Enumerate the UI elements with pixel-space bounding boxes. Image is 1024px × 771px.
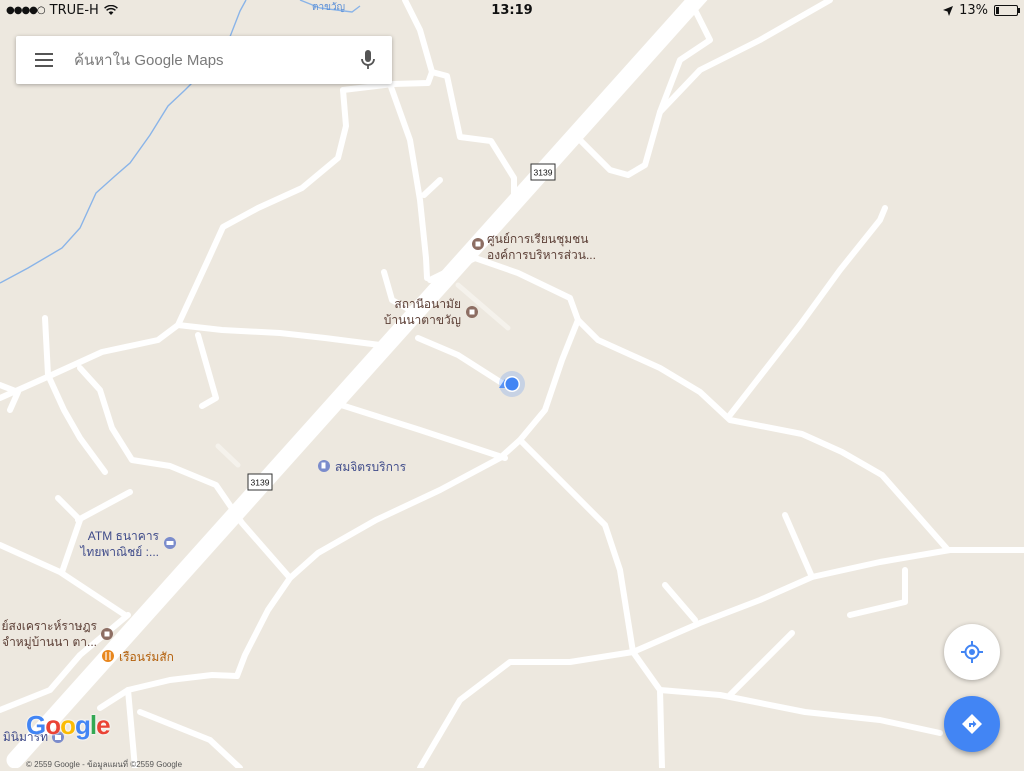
road-shield-label: 3139 — [251, 478, 270, 488]
location-arrow-icon — [943, 5, 954, 16]
poi-label: สมจิตรบริการ — [335, 460, 407, 474]
search-input[interactable] — [72, 50, 344, 70]
map-attribution[interactable]: © 2559 Google - ข้อมูลแผนที่ ©2559 Googl… — [26, 758, 182, 771]
map-canvas[interactable]: 3139 3139 ตาขวัญ ศูนย์การเรียนชุมชน องค์… — [0, 0, 1024, 768]
status-right: 13% — [943, 3, 1020, 18]
my-location-button[interactable] — [944, 624, 1000, 680]
poi-label: ATM ธนาคาร — [88, 529, 160, 543]
hamburger-menu-icon — [35, 53, 53, 67]
poi-label: ย์สงเคราะห์ราษฎร — [2, 619, 98, 633]
poi-label: เรือนร่มสัก — [119, 650, 174, 664]
poi-label: ศูนย์การเรียนชุมชน — [487, 232, 588, 247]
poi-label: สถานีอนามัย — [394, 297, 461, 311]
status-bar: ●●●●○ TRUE-H 13:19 13% — [0, 0, 1024, 20]
poi-welfare-center: ย์สงเคราะห์ราษฎร จำหมู่บ้านนา ตา... — [2, 619, 113, 650]
road-shield-3139-bottom: 3139 — [247, 473, 273, 491]
poi-label: องค์การบริหารส่วน... — [487, 248, 596, 262]
my-location-icon — [961, 641, 983, 663]
road-shield-3139-top: 3139 — [530, 163, 556, 181]
status-time: 13:19 — [491, 3, 533, 18]
voice-search-button[interactable] — [344, 36, 392, 84]
google-logo: Google — [26, 710, 111, 740]
battery-percent: 13% — [959, 3, 988, 18]
current-location-marker — [499, 371, 525, 397]
menu-button[interactable] — [16, 36, 72, 84]
battery-icon — [994, 5, 1020, 16]
microphone-icon — [361, 50, 375, 69]
poi-label: บ้านนาตาขวัญ — [384, 313, 461, 327]
poi-label: ไทยพาณิชย์ :... — [79, 545, 159, 559]
search-bar — [16, 36, 392, 84]
directions-icon — [962, 714, 982, 734]
restaurant-icon — [102, 650, 114, 662]
road-shield-label: 3139 — [534, 168, 553, 178]
directions-button[interactable] — [944, 696, 1000, 752]
poi-label: จำหมู่บ้านนา ตา... — [2, 635, 97, 650]
